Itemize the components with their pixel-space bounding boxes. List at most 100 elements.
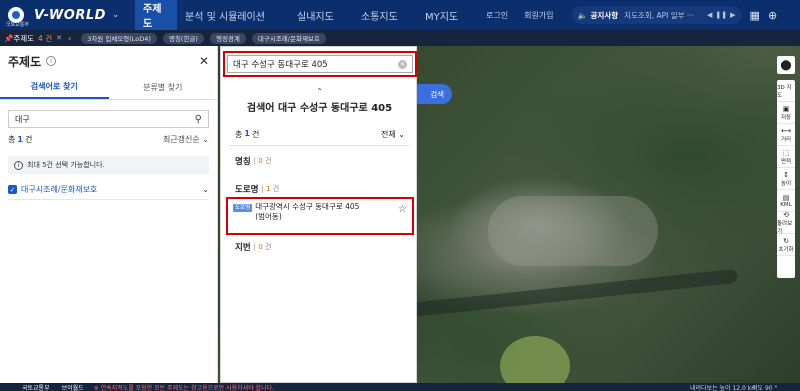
toolbar-label: 돌려보기 (777, 220, 793, 235)
logo[interactable]: 국토교통부 V-WORLD ⌄ (0, 7, 135, 28)
theme-chip[interactable]: 명칭(한글) (162, 32, 204, 44)
area-icon: ⬚ (782, 148, 790, 157)
globe-icon[interactable]: ⊕ (768, 9, 777, 22)
river (408, 268, 738, 318)
nav-indoor-map[interactable]: 실내지도 (289, 0, 353, 30)
category-count: | 1 건 (261, 185, 280, 193)
theme-list-item[interactable]: ✓ 대구시조례/문화재보호 ⌄ (8, 182, 209, 200)
chevron-down-icon[interactable]: ⌄ (202, 185, 209, 194)
reset-icon: ↻ (783, 236, 789, 245)
top-navigation-bar: 국토교통부 V-WORLD ⌄ 주제도 분석 및 시뮬레이션 실내지도 소통지도… (0, 0, 800, 30)
close-icon[interactable]: ✕ (56, 34, 62, 42)
theme-chip[interactable]: 3차원 입체모형(LoD4) (81, 32, 157, 44)
toolbar-height-button[interactable]: ↕ 높이 (777, 168, 795, 190)
count-unit: 건 (264, 157, 272, 165)
logo-text: V-WORLD (34, 7, 106, 23)
total-prefix: 총 (8, 134, 16, 144)
nav-communication-map[interactable]: 소통지도 (353, 0, 417, 30)
pause-icon[interactable]: ❚❚ (715, 11, 727, 19)
prev-icon[interactable]: ◀ (707, 11, 712, 19)
search-total: 총 1 건 전체 ⌄ (235, 129, 405, 140)
sort-dropdown[interactable]: 최근갱신순 ⌄ (163, 134, 209, 145)
info-icon[interactable]: i (46, 56, 57, 66)
address-search-dropdown: 대구 수성구 동대구로 405 ✕ ⌃ 검색어 대구 수성구 동대구로 405 … (220, 46, 417, 383)
count-unit: 건 (264, 243, 272, 251)
count-value: 1 (266, 185, 271, 193)
urban-area (488, 196, 658, 266)
total-suffix: 건 (24, 134, 33, 144)
toolbar-kml-button[interactable]: ▤ KML (777, 190, 795, 212)
theme-chip[interactable]: 대구시조례/문화재보호 (251, 32, 326, 44)
category-count: | 0 건 (253, 157, 272, 165)
toolbar-label: 면적 (780, 158, 792, 165)
toolbar-label: 저장 (780, 114, 792, 121)
nav-my-map[interactable]: MY지도 (417, 0, 477, 30)
result-address: 대구광역시 수성구 동대구로 405 (범어동) (255, 202, 398, 230)
road-badge: 도로명 (233, 204, 253, 212)
nav-theme-map[interactable]: 주제도 (135, 0, 177, 30)
checkbox[interactable]: ✓ (8, 185, 17, 194)
location-pin-button[interactable]: ⬤ (777, 56, 795, 74)
toolbar-distance-button[interactable]: ⟷ 거리 (777, 124, 795, 146)
status-altitude: 내려다보는 높이 12.0 km (690, 384, 758, 391)
toolbar-area-button[interactable]: ⬚ 면적 (777, 146, 795, 168)
sort-label: 최근갱신순 (162, 134, 200, 144)
theme-bar-label: 📌 주제도 4 건 ✕ ‹ (0, 33, 71, 44)
tab-category-search[interactable]: 분류별 찾기 (109, 76, 218, 99)
chevron-up-icon[interactable]: ⌃ (221, 87, 418, 96)
toolbar-save-button[interactable]: ▣ 저장 (777, 102, 795, 124)
tab-keyword-search[interactable]: 검색어로 찾기 (0, 76, 109, 99)
address-search-input[interactable]: 대구 수성구 동대구로 405 ✕ (227, 55, 413, 73)
search-input-highlight: 대구 수성구 동대구로 405 ✕ (223, 51, 417, 77)
chevron-down-icon: ⌄ (202, 134, 209, 144)
status-warning: ※ 연속지적도를 포함한 모든 주제도는 참고용으로만 사용하셔야 합니다. (93, 384, 275, 391)
result-total: 총 1 건 최근갱신순 ⌄ (0, 130, 217, 148)
count-unit: 건 (272, 185, 280, 193)
panel-tabs: 검색어로 찾기 분류별 찾기 (0, 76, 217, 100)
divider (229, 145, 409, 146)
info-notice: i 최대 5건 선택 가능합니다. (8, 156, 209, 174)
theme-map-panel: 주제도 i ✕ 검색어로 찾기 분류별 찾기 대구 ⚲ 총 1 건 최근갱신순 … (0, 46, 218, 383)
top-right-area: 로그인 회원가입 🔈 공지사항 지도조회, API 일부 ··· ◀ ❚❚ ▶ … (486, 0, 777, 30)
status-brand: 브이월드 (61, 384, 84, 391)
theme-search-input[interactable]: 대구 ⚲ (8, 110, 209, 128)
address-search-value: 대구 수성구 동대구로 405 (233, 60, 328, 70)
nav-analysis[interactable]: 분석 및 시뮬레이션 (177, 0, 289, 30)
grid-menu-icon[interactable]: ▦ (750, 9, 760, 22)
chevron-down-icon[interactable]: ⌄ (112, 10, 120, 20)
toolbar-label: 높이 (780, 180, 792, 187)
search-result-item[interactable]: 도로명 대구광역시 수성구 동대구로 405 (범어동) ☆ (226, 197, 414, 235)
toolbar-rotate-button[interactable]: ⟲ 돌려보기 (777, 210, 795, 235)
filter-dropdown[interactable]: 전체 ⌄ (381, 129, 405, 140)
speaker-icon: 🔈 (577, 10, 588, 20)
ruler-icon: ⟷ (780, 126, 792, 135)
theme-chip[interactable]: 행정경계 (209, 32, 246, 44)
height-icon: ↕ (783, 170, 789, 179)
toolbar-3d-button[interactable]: 3D 지도 (777, 80, 795, 102)
panel-title: 주제도 (8, 54, 42, 69)
notice-banner[interactable]: 🔈 공지사항 지도조회, API 일부 ··· ◀ ❚❚ ▶ (571, 6, 742, 24)
toolbar-reset-button[interactable]: ↻ 초기화 (777, 234, 795, 256)
toolbar-label: 3D 지도 (777, 84, 792, 99)
rotate-icon: ⟲ (783, 210, 789, 219)
result-line-1: 대구광역시 수성구 동대구로 405 (255, 202, 360, 211)
info-text: 최대 5건 선택 가능합니다. (27, 161, 105, 169)
next-icon[interactable]: ▶ (730, 11, 735, 19)
chevron-left-icon[interactable]: ‹ (68, 34, 71, 43)
search-icon[interactable]: ⚲ (195, 114, 202, 125)
selected-theme-bar: 📌 주제도 4 건 ✕ ‹ 3차원 입체모형(LoD4) 명칭(한글) 행정경계… (0, 30, 800, 46)
count-value: 0 (258, 243, 263, 251)
toolbar-label: 거리 (780, 136, 792, 143)
status-tilt: 각도 90 ° (752, 384, 778, 391)
clear-icon[interactable]: ✕ (398, 59, 407, 69)
map-toolbar: 3D 지도 ▣ 저장 ⟷ 거리 ⬚ 면적 ↕ 높이 ▤ KML ⟲ 돌려보기 ↻ 초기화 (777, 80, 795, 278)
main-nav: 주제도 분석 및 시뮬레이션 실내지도 소통지도 MY지도 (135, 0, 477, 30)
close-icon[interactable]: ✕ (199, 54, 209, 68)
signup-link[interactable]: 회원가입 (524, 10, 553, 21)
category-name: 명칭 | 0 건 (235, 155, 271, 167)
filter-label: 전체 (381, 130, 396, 139)
login-link[interactable]: 로그인 (486, 10, 508, 21)
total-count: 1 (17, 134, 23, 144)
kml-icon: ▤ (782, 193, 790, 202)
star-icon[interactable]: ☆ (398, 204, 407, 230)
